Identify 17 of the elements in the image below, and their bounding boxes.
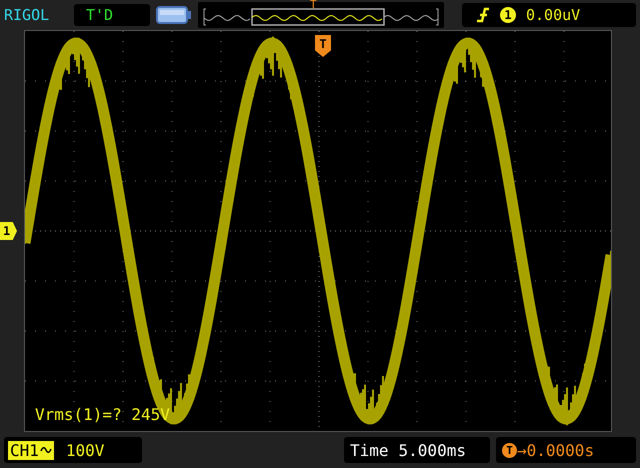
timebase-value: 5.000ms — [398, 440, 466, 460]
ac-coupling-icon — [40, 445, 52, 455]
timebase-label: Time — [350, 440, 389, 460]
rising-edge-icon — [476, 7, 490, 23]
arrow-glyph: → — [517, 440, 527, 460]
channel-name: CH1 — [10, 440, 39, 460]
run-status: T'D — [74, 4, 150, 26]
trigger-position-marker: T — [310, 0, 317, 10]
trigger-marker: T — [315, 35, 331, 57]
trigger-offset-value: 0.0000s — [526, 440, 594, 460]
trigger-level: 0.00uV — [526, 6, 580, 24]
trigger-source-badge: 1 — [500, 7, 516, 23]
vertical-scale: 100V — [66, 440, 104, 460]
battery-icon — [156, 6, 192, 24]
brand-logo: RIGOL — [4, 6, 50, 24]
trigger-badge: T — [502, 442, 517, 458]
channel-marker: 1 — [0, 222, 17, 240]
